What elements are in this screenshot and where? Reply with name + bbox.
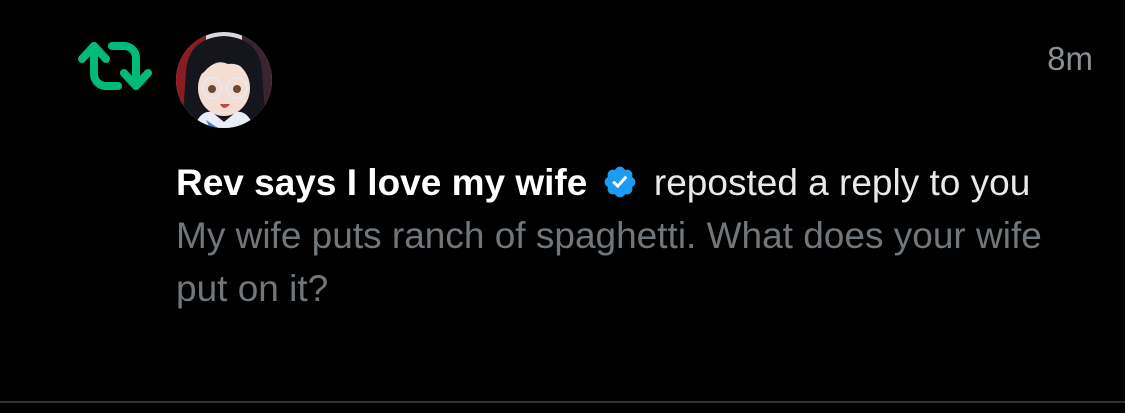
verified-badge-icon	[604, 166, 635, 198]
reply-text[interactable]: My wife puts ranch of spaghetti. What do…	[176, 209, 1076, 315]
avatar[interactable]	[176, 32, 272, 128]
timestamp: 8m	[1047, 40, 1093, 77]
notification-action-text: reposted a reply to you	[653, 162, 1031, 203]
notification-headline: Rev says I love my wife reposted a reply…	[176, 156, 1076, 209]
notification-content: Rev says I love my wife reposted a reply…	[176, 156, 1076, 315]
repost-notification[interactable]: 8m Rev says I love my wife reposted a re…	[0, 0, 1125, 400]
author-name[interactable]: Rev says I love my wife	[176, 162, 587, 203]
repost-icon	[78, 42, 152, 90]
divider	[0, 401, 1125, 403]
avatar-illustration	[176, 32, 272, 128]
